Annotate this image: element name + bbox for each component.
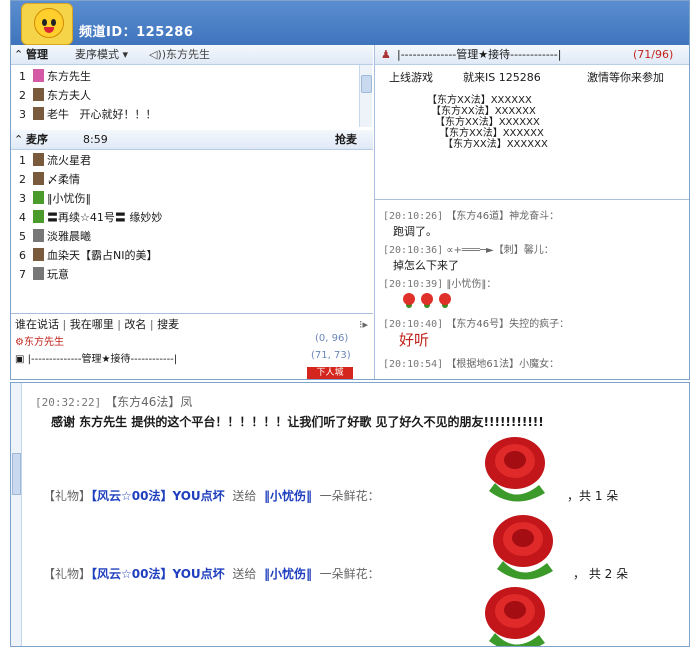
- where-am-i-link[interactable]: 我在哪里: [70, 318, 114, 331]
- gift-line: 【礼物】【风云☆00法】YOU点坏 送给 ‖小忧伤‖ 一朵鲜花：: [43, 489, 380, 503]
- chat-line: [20:10:36] ∝+═══─►【刺】馨儿：: [383, 245, 554, 256]
- queue-row[interactable]: 3 ‖小忧伤‖: [19, 189, 91, 208]
- mini-speaker-count: (0, 96): [315, 333, 349, 344]
- mic-timer: 8:59: [83, 133, 108, 146]
- admin-row[interactable]: 2 东方夫人: [19, 86, 91, 105]
- notice-text: 激情等你来参加: [587, 71, 664, 84]
- chat-line: [20:10:40] 【东方46号】失控的疯子：: [383, 319, 570, 330]
- person-icon: [33, 69, 44, 82]
- grab-mic-button[interactable]: 抢麦: [335, 130, 357, 149]
- menu-icon[interactable]: ⁝▸: [359, 317, 368, 333]
- person-icon: [33, 107, 44, 120]
- mic-queue-header: ⌃ 麦序 8:59 抢麦: [11, 130, 373, 150]
- room-header: 频道ID：125286: [11, 1, 689, 45]
- search-mic-link[interactable]: 搜麦: [157, 318, 179, 331]
- person-icon: [33, 248, 44, 261]
- notice-banner: |--------------管理★接待------------|: [397, 48, 562, 61]
- who-speaking-link[interactable]: 谁在说话: [15, 318, 59, 331]
- mini-banner-row[interactable]: ▣ |--------------管理★接待------------|: [15, 350, 177, 365]
- mini-banner-count: (71, 73): [311, 350, 351, 361]
- queue-row[interactable]: 5 淡雅晨曦: [19, 227, 91, 246]
- rose-icon: [485, 437, 545, 502]
- queue-row[interactable]: 6 血染天【霸占NI的美】: [19, 246, 157, 265]
- admin-title: 管理: [26, 48, 48, 61]
- quick-links: 谁在说话 | 我在哪里 | 改名 | 搜麦 ⁝▸: [15, 317, 369, 333]
- chat-line: [20:10:39] ‖小忧伤‖：: [383, 279, 497, 290]
- rose-icon: [421, 293, 433, 305]
- flower-emoticons: [403, 293, 457, 308]
- admin-row[interactable]: 3 老牛 开心就好！！！: [19, 105, 157, 124]
- chat-message: 感谢 东方先生 提供的这个平台！！！！！！让我们听了好歌 见了好久不见的朋友!!…: [51, 415, 544, 429]
- queue-row[interactable]: 4 〓再续☆41号〓 缘妙妙: [19, 208, 162, 227]
- gift-line: 【礼物】【风云☆00法】YOU点坏 送给 ‖小忧伤‖ 一朵鲜花：: [43, 567, 380, 581]
- notice-text: 就来IS 125286: [463, 71, 541, 84]
- notice-count: (71/96): [633, 48, 674, 61]
- person-icon: [33, 172, 44, 185]
- rose-icon: [439, 293, 451, 305]
- admin-scrollbar[interactable]: [359, 65, 372, 127]
- status-badge: 下人城: [307, 367, 353, 379]
- mic-queue-panel: ⌃ 麦序 8:59 抢麦 1 流火星君 2 〆柔情 3 ‖小忧伤‖ 4 〓再续☆41号〓…: [11, 130, 373, 310]
- notice-header: ♟ |--------------管理★接待------------| (71/…: [375, 45, 689, 65]
- rose-icon: [403, 293, 415, 305]
- mini-speaker[interactable]: ⚙东方先生: [15, 333, 64, 348]
- person-icon: [33, 191, 44, 204]
- divider: [11, 313, 373, 314]
- chat-line: [20:32:22] 【东方46法】凤: [35, 395, 193, 409]
- rename-link[interactable]: 改名: [124, 318, 146, 331]
- queue-row[interactable]: 2 〆柔情: [19, 170, 80, 189]
- channel-id: 频道ID：125286: [79, 25, 194, 40]
- chat-line: [20:10:54] 【根据地61法】小魔女：: [383, 359, 560, 370]
- admin-panel: ⌃ 管理 麦序模式 ▾ ◁))东方先生 1 东方先生 2 东方夫人 3 老牛 开心就好…: [11, 45, 373, 129]
- notice-text: 上线游戏: [389, 71, 433, 84]
- rose-icon: [485, 587, 545, 646]
- queue-row[interactable]: 1 流火星君: [19, 151, 91, 170]
- person-icon: [33, 210, 44, 223]
- collapse-icon[interactable]: ⌃: [14, 130, 23, 149]
- person-icon: ♟: [381, 48, 391, 61]
- smiley-icon: [34, 8, 64, 38]
- admin-row[interactable]: 1 东方先生: [19, 67, 91, 86]
- chat-message: 掉怎么下来了: [393, 259, 459, 272]
- mic-mode-select[interactable]: 麦序模式 ▾: [75, 45, 128, 64]
- room-window: 频道ID：125286 ⌃ 管理 麦序模式 ▾ ◁))东方先生 1 东方先生 2东…: [10, 0, 690, 380]
- avatar[interactable]: [21, 3, 73, 45]
- person-icon: [33, 229, 44, 242]
- notice-line: 【东方XX法】XXXXXX: [443, 139, 548, 150]
- chat-line: [20:10:26] 【东方46道】神龙奋斗：: [383, 211, 560, 222]
- left-scrollbar[interactable]: [11, 383, 22, 646]
- person-icon: [33, 267, 44, 280]
- speaker-volume[interactable]: ◁))东方先生: [149, 45, 210, 64]
- person-icon: [33, 153, 44, 166]
- mini-user-list: ⚙东方先生 (0, 96) ▣ |--------------管理★接待----…: [15, 333, 371, 379]
- rose-icon: [493, 515, 553, 580]
- queue-row[interactable]: 7 玩意: [19, 265, 69, 284]
- mic-queue-title: 麦序: [26, 133, 48, 146]
- divider: [375, 199, 689, 200]
- chat-message: 好听: [399, 331, 430, 349]
- chat-window-zoom: [20:32:22] 【东方46法】凤 感谢 东方先生 提供的这个平台！！！！！…: [10, 382, 690, 647]
- collapse-icon[interactable]: ⌃: [14, 45, 23, 64]
- person-icon: [33, 88, 44, 101]
- chat-message: 跑调了。: [393, 225, 437, 238]
- admin-header: ⌃ 管理 麦序模式 ▾ ◁))东方先生: [11, 45, 373, 65]
- notice-panel: ♟ |--------------管理★接待------------| (71/…: [375, 45, 689, 195]
- chat-panel: [20:10:26] 【东方46道】神龙奋斗： 跑调了。 [20:10:36] …: [375, 201, 689, 379]
- gift-total: ， 共 2 朵: [573, 567, 629, 581]
- gift-total: ，共 1 朵: [567, 489, 619, 503]
